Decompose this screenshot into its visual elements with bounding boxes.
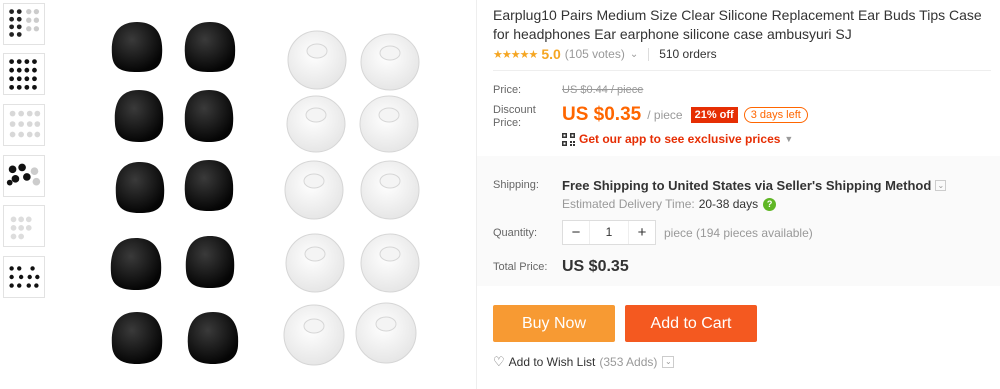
thumbnail-3[interactable] [3, 104, 45, 146]
rating-stars-icon: ★★★★★ [493, 48, 538, 61]
days-left-badge: 3 days left [743, 107, 808, 123]
discount-badge: 21% off [690, 107, 738, 123]
shipping-label: Shipping: [493, 179, 539, 191]
thumbnail-2[interactable] [3, 53, 45, 95]
add-to-wishlist-link[interactable]: ♡ Add to Wish List (353 Adds) ⌄ [493, 354, 675, 370]
thumbnail-4[interactable] [3, 155, 45, 197]
votes-count[interactable]: (105 votes) [565, 47, 625, 61]
wishlist-label: Add to Wish List [508, 355, 596, 369]
shipping-method[interactable]: Free Shipping to United States via Selle… [562, 178, 947, 193]
add-to-cart-button[interactable]: Add to Cart [625, 305, 757, 342]
chevron-down-icon[interactable]: ⌄ [662, 356, 675, 368]
delivery-value: 20-38 days [698, 197, 759, 211]
buy-now-button[interactable]: Buy Now [493, 305, 615, 342]
rating-value[interactable]: 5.0 [541, 46, 560, 62]
thumbnail-5[interactable] [3, 205, 45, 247]
chevron-down-icon[interactable]: ⌄ [630, 49, 638, 60]
thumbnail-1[interactable] [3, 3, 45, 45]
main-product-image[interactable] [60, 0, 475, 389]
caret-down-icon: ▼ [784, 134, 794, 144]
ear-tips-illustration [110, 22, 420, 366]
clear-tips [283, 30, 420, 366]
quantity-label: Quantity: [493, 227, 538, 239]
black-tips [110, 22, 239, 364]
discount-price: US $0.35 [562, 104, 642, 125]
thumbnail-6[interactable] [3, 256, 45, 298]
shipping-section [477, 156, 1000, 286]
wishlist-count: (353 Adds) [599, 355, 658, 369]
discount-price-label-2: Price: [493, 117, 522, 129]
heart-icon: ♡ [493, 354, 505, 369]
total-price: US $0.35 [562, 258, 629, 275]
quantity-increase-button[interactable]: + [629, 221, 655, 244]
shipping-method-text: Free Shipping to United States via Selle… [562, 178, 932, 193]
pieces-available: piece (194 pieces available) [664, 226, 813, 240]
divider-line [493, 70, 991, 71]
discount-price-label-1: Discount [493, 104, 536, 116]
price-unit: / piece [647, 108, 683, 122]
separator [648, 47, 650, 61]
orders-count: 510 orders [659, 47, 717, 61]
product-detail-panel: Earplug10 Pairs Medium Size Clear Silico… [477, 0, 1000, 389]
quantity-input[interactable]: 1 [589, 221, 629, 244]
delivery-label: Estimated Delivery Time: [562, 197, 695, 211]
product-title: Earplug10 Pairs Medium Size Clear Silico… [493, 7, 982, 42]
delivery-time: Estimated Delivery Time: 20-38 days ? [562, 197, 777, 211]
app-promo-link[interactable]: Get our app to see exclusive prices ▼ [562, 132, 793, 146]
app-promo-text: Get our app to see exclusive prices [579, 132, 781, 146]
quantity-stepper: − 1 + [562, 220, 656, 245]
rating-row: ★★★★★ 5.0 (105 votes) ⌄ 510 orders [493, 46, 717, 62]
total-price-label: Total Price: [493, 261, 548, 273]
discount-price-row: US $0.35 / piece 21% off 3 days left [562, 104, 808, 126]
qr-code-icon [562, 132, 575, 146]
price-label: Price: [493, 84, 522, 96]
help-icon[interactable]: ? [763, 197, 777, 211]
chevron-down-icon[interactable]: ⌄ [935, 180, 947, 191]
original-price: US $0.44 / piece [562, 84, 644, 96]
quantity-decrease-button[interactable]: − [563, 221, 589, 244]
